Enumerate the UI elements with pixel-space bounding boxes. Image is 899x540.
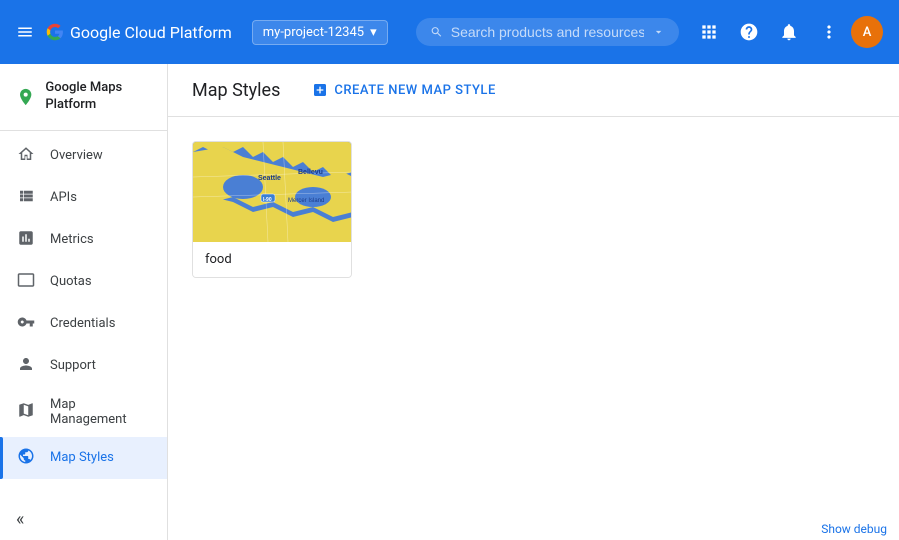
top-bar-logo: Google Cloud Platform: [46, 23, 232, 42]
apps-icon[interactable]: [691, 14, 727, 50]
sidebar-item-metrics[interactable]: Metrics: [0, 219, 167, 261]
gcp-title: Google Cloud Platform: [70, 23, 232, 42]
sidebar-item-quotas-label: Quotas: [50, 274, 92, 289]
page-title: Map Styles: [192, 80, 280, 101]
sidebar-item-map-styles-label: Map Styles: [50, 450, 114, 465]
map-preview-svg: Seattle Bellevu Mercer Island I-90: [193, 142, 352, 242]
content-header: Map Styles CREATE NEW MAP STYLE: [168, 64, 899, 117]
sidebar-item-map-styles[interactable]: Map Styles: [0, 437, 167, 479]
help-icon[interactable]: [731, 14, 767, 50]
svg-text:Seattle: Seattle: [258, 175, 281, 182]
apis-icon: [16, 187, 36, 209]
sidebar-item-support-label: Support: [50, 358, 96, 373]
collapse-icon: «: [16, 509, 24, 530]
sidebar-item-overview[interactable]: Overview: [0, 135, 167, 177]
debug-label: Show debug: [821, 522, 887, 536]
svg-text:I-90: I-90: [263, 197, 272, 203]
metrics-icon: [16, 229, 36, 251]
search-bar[interactable]: [416, 18, 679, 46]
avatar[interactable]: A: [851, 16, 883, 48]
sidebar-brand-title: Google Maps Platform: [45, 80, 151, 114]
map-style-label: food: [193, 242, 351, 277]
sidebar-item-apis[interactable]: APIs: [0, 177, 167, 219]
sidebar-collapse-button[interactable]: «: [0, 499, 167, 540]
search-input[interactable]: [451, 24, 644, 40]
sidebar-item-overview-label: Overview: [50, 148, 103, 163]
top-bar: Google Cloud Platform my-project-12345 ▾: [0, 0, 899, 64]
chevron-down-icon: ▾: [370, 25, 377, 40]
svg-text:Mercer Island: Mercer Island: [288, 198, 324, 204]
map-styles-icon: [16, 447, 36, 469]
support-icon: [16, 355, 36, 377]
overview-icon: [16, 145, 36, 167]
create-button-label: CREATE NEW MAP STYLE: [334, 83, 495, 98]
sidebar: Google Maps Platform Overview APIs Metri…: [0, 64, 168, 540]
sidebar-item-quotas[interactable]: Quotas: [0, 261, 167, 303]
content-body: Seattle Bellevu Mercer Island I-90 food: [168, 117, 899, 540]
main-layout: Google Maps Platform Overview APIs Metri…: [0, 64, 899, 540]
map-preview: Seattle Bellevu Mercer Island I-90: [193, 142, 352, 242]
sidebar-brand: Google Maps Platform: [0, 72, 167, 126]
sidebar-item-map-management[interactable]: Map Management: [0, 387, 167, 437]
sidebar-item-metrics-label: Metrics: [50, 232, 94, 247]
sidebar-item-apis-label: APIs: [50, 190, 77, 205]
credentials-icon: [16, 313, 36, 335]
sidebar-item-map-management-label: Map Management: [50, 397, 151, 427]
more-icon[interactable]: [811, 14, 847, 50]
sidebar-item-credentials[interactable]: Credentials: [0, 303, 167, 345]
map-style-card[interactable]: Seattle Bellevu Mercer Island I-90 food: [192, 141, 352, 278]
project-name: my-project-12345: [263, 25, 364, 40]
quotas-icon: [16, 271, 36, 293]
sidebar-item-support[interactable]: Support: [0, 345, 167, 387]
top-bar-actions: A: [691, 14, 883, 50]
content-area: Map Styles CREATE NEW MAP STYLE: [168, 64, 899, 540]
sidebar-item-credentials-label: Credentials: [50, 316, 115, 331]
menu-icon[interactable]: [16, 23, 34, 41]
map-management-icon: [16, 401, 36, 423]
sidebar-divider: [0, 130, 167, 131]
maps-logo-icon: [16, 85, 35, 109]
show-debug-link[interactable]: Show debug: [809, 518, 899, 540]
notifications-icon[interactable]: [771, 14, 807, 50]
svg-text:Bellevu: Bellevu: [298, 169, 323, 176]
project-selector[interactable]: my-project-12345 ▾: [252, 20, 388, 45]
create-map-style-button[interactable]: CREATE NEW MAP STYLE: [300, 76, 507, 104]
